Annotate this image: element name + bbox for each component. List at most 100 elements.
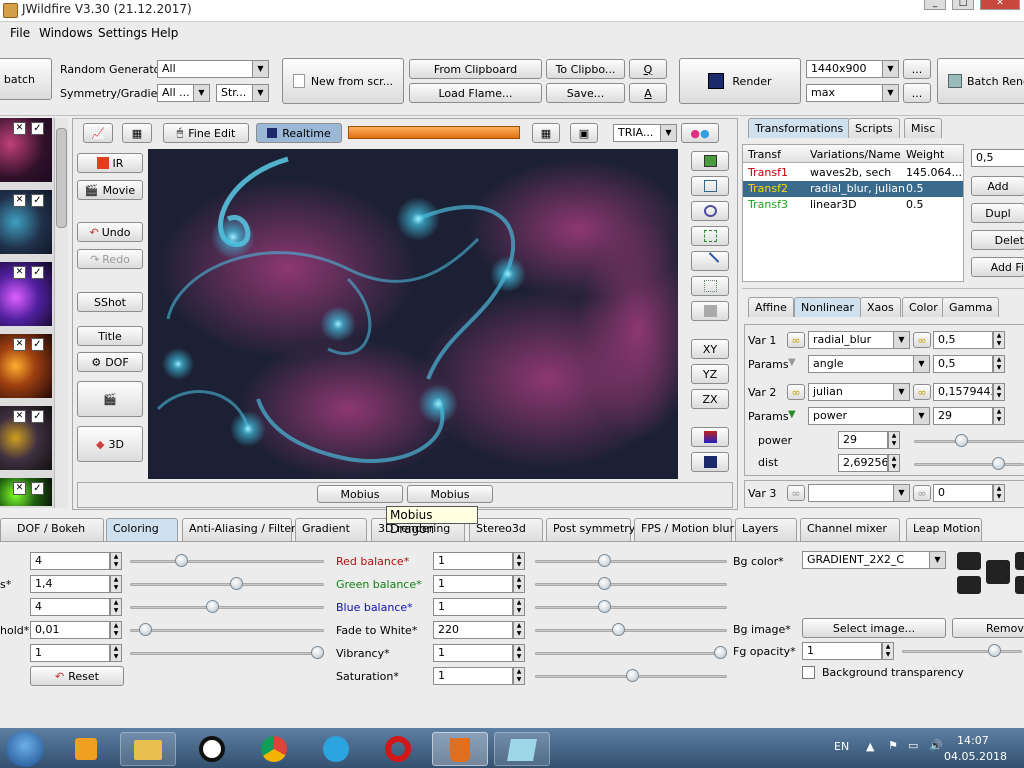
- undo-button[interactable]: ↶ Undo: [77, 222, 143, 242]
- thumbnail[interactable]: ✕ ✓: [0, 334, 52, 400]
- new-from-script-button[interactable]: New from scr...: [282, 58, 404, 104]
- triangle-style-select[interactable]: TRIA... ▼: [613, 124, 677, 142]
- balance-slider[interactable]: [535, 577, 727, 591]
- table-row[interactable]: Transf1 waves2b, sech 145.064...: [743, 165, 963, 181]
- power-input[interactable]: 29: [838, 431, 888, 449]
- title-button[interactable]: Title: [77, 326, 143, 346]
- var1-select[interactable]: radial_blur ▼: [808, 331, 910, 349]
- balance-input[interactable]: 1: [433, 667, 513, 685]
- balance-slider[interactable]: [535, 669, 727, 683]
- close-icon[interactable]: ✕: [13, 338, 26, 351]
- batch-render-button[interactable]: Batch Rend: [937, 58, 1024, 104]
- dof-button[interactable]: ⚙ DOF: [77, 352, 143, 372]
- spinner-icon[interactable]: ▲ ▼: [993, 331, 1005, 349]
- left-param-input[interactable]: 4: [30, 552, 110, 570]
- explorer-icon[interactable]: [120, 732, 176, 766]
- left-param-input[interactable]: 4: [30, 598, 110, 616]
- tab-anti-aliasing[interactable]: Anti-Aliasing / Filter: [182, 518, 296, 541]
- quality-more-button[interactable]: ...: [903, 83, 931, 103]
- realtime-toggle[interactable]: Realtime: [256, 123, 342, 143]
- params1-value[interactable]: 0,5: [933, 355, 993, 373]
- tab-fps-motion-blur[interactable]: FPS / Motion blur: [634, 518, 734, 541]
- xy-button[interactable]: XY: [691, 339, 729, 359]
- from-clipboard-button[interactable]: From Clipboard: [409, 59, 542, 79]
- close-icon[interactable]: ✕: [13, 122, 26, 135]
- app-panda-icon[interactable]: [184, 732, 240, 766]
- thumbnail[interactable]: ✕ ✓: [0, 406, 52, 472]
- resolution-select[interactable]: 1440x900 ▼: [806, 60, 899, 78]
- tab-layers[interactable]: Layers: [735, 518, 797, 541]
- tab-gradient[interactable]: Gradient: [295, 518, 367, 541]
- quality-select[interactable]: max ▼: [806, 84, 899, 102]
- params1-select[interactable]: angle ▼: [808, 355, 930, 373]
- table-icon[interactable]: ▦: [532, 123, 560, 143]
- balance-input[interactable]: 220: [433, 621, 513, 639]
- new-batch-button[interactable]: n batch: [0, 58, 52, 100]
- java-icon[interactable]: [432, 732, 488, 766]
- color-swatch[interactable]: [957, 576, 981, 594]
- palette-icon[interactable]: ● ●: [681, 123, 719, 143]
- tab-post-symmetry[interactable]: Post symmetry: [546, 518, 635, 541]
- left-param-slider[interactable]: [130, 554, 324, 568]
- color-swatch[interactable]: [1015, 576, 1024, 594]
- balance-slider[interactable]: [535, 646, 727, 660]
- power-slider[interactable]: [914, 434, 1024, 448]
- close-icon[interactable]: ✕: [13, 194, 26, 207]
- balance-slider[interactable]: [535, 554, 727, 568]
- left-param-slider[interactable]: [130, 623, 324, 637]
- network-icon[interactable]: ▭: [908, 739, 918, 752]
- symmetry-select[interactable]: All ... ▼: [157, 84, 210, 102]
- resolution-more-button[interactable]: ...: [903, 59, 931, 79]
- var2-value[interactable]: 0,1579443: [933, 383, 993, 401]
- render-button[interactable]: Render: [679, 58, 801, 104]
- close-icon[interactable]: ✕: [13, 482, 26, 495]
- to-clipboard-button[interactable]: To Clipbo...: [546, 59, 625, 79]
- checkbox[interactable]: ✓: [31, 482, 44, 495]
- add-transform-button[interactable]: Add: [971, 176, 1024, 196]
- rotate-icon[interactable]: [691, 201, 729, 221]
- color-swatch[interactable]: [957, 552, 981, 570]
- spinner-icon[interactable]: ▲ ▼: [110, 621, 122, 639]
- fg-opacity-slider[interactable]: [902, 644, 1022, 658]
- snapshot-button[interactable]: SShot: [77, 292, 143, 312]
- table-row[interactable]: Transf2 radial_blur, julian 0.5: [743, 181, 963, 197]
- thumbnail[interactable]: ✕ ✓: [0, 478, 52, 508]
- language-indicator[interactable]: EN: [834, 740, 849, 753]
- color-swatch[interactable]: [986, 560, 1010, 584]
- var1-value[interactable]: 0,5: [933, 331, 993, 349]
- spinner-icon[interactable]: ▲ ▼: [993, 355, 1005, 373]
- link-icon[interactable]: ∞: [913, 332, 931, 348]
- checkbox[interactable]: ✓: [31, 194, 44, 207]
- tab-color[interactable]: Color: [902, 297, 945, 317]
- line-icon[interactable]: [691, 251, 729, 271]
- media-player-icon[interactable]: [58, 732, 114, 766]
- divider[interactable]: [742, 288, 1024, 292]
- add-final-button[interactable]: Add Fi: [971, 257, 1024, 277]
- fg-opacity-input[interactable]: 1: [802, 642, 882, 660]
- left-param-slider[interactable]: [130, 646, 324, 660]
- spinner-icon[interactable]: ▲ ▼: [110, 552, 122, 570]
- balance-slider[interactable]: [535, 600, 727, 614]
- tab-coloring[interactable]: Coloring: [106, 518, 178, 541]
- chart-icon[interactable]: 📈: [83, 123, 113, 143]
- thumbnail[interactable]: ✕ ✓: [0, 190, 52, 256]
- tab-nonlinear[interactable]: Nonlinear: [794, 297, 862, 317]
- balance-input[interactable]: 1: [433, 575, 513, 593]
- link-icon[interactable]: ∞: [787, 384, 805, 400]
- spinner-icon[interactable]: ▲ ▼: [993, 383, 1005, 401]
- image-icon[interactable]: [691, 151, 729, 171]
- 3d-button[interactable]: ◆ 3D: [77, 426, 143, 462]
- remove-image-button[interactable]: Remove: [952, 618, 1024, 638]
- spinner-icon[interactable]: ▲ ▼: [513, 598, 525, 616]
- load-flame-button[interactable]: Load Flame...: [409, 83, 542, 103]
- var3-value[interactable]: 0: [933, 484, 993, 502]
- chrome-icon[interactable]: [246, 732, 302, 766]
- link-icon[interactable]: ∞: [913, 485, 931, 501]
- table-row[interactable]: Transf3 linear3D 0.5: [743, 197, 963, 213]
- dist-slider[interactable]: [914, 457, 1024, 471]
- checkbox[interactable]: ✓: [31, 410, 44, 423]
- thumbnail[interactable]: ✕ ✓: [0, 262, 52, 328]
- tab-scripts[interactable]: Scripts: [848, 118, 900, 138]
- reset-button[interactable]: ↶ Reset: [30, 666, 124, 686]
- tab-transformations[interactable]: Transformations: [748, 118, 851, 138]
